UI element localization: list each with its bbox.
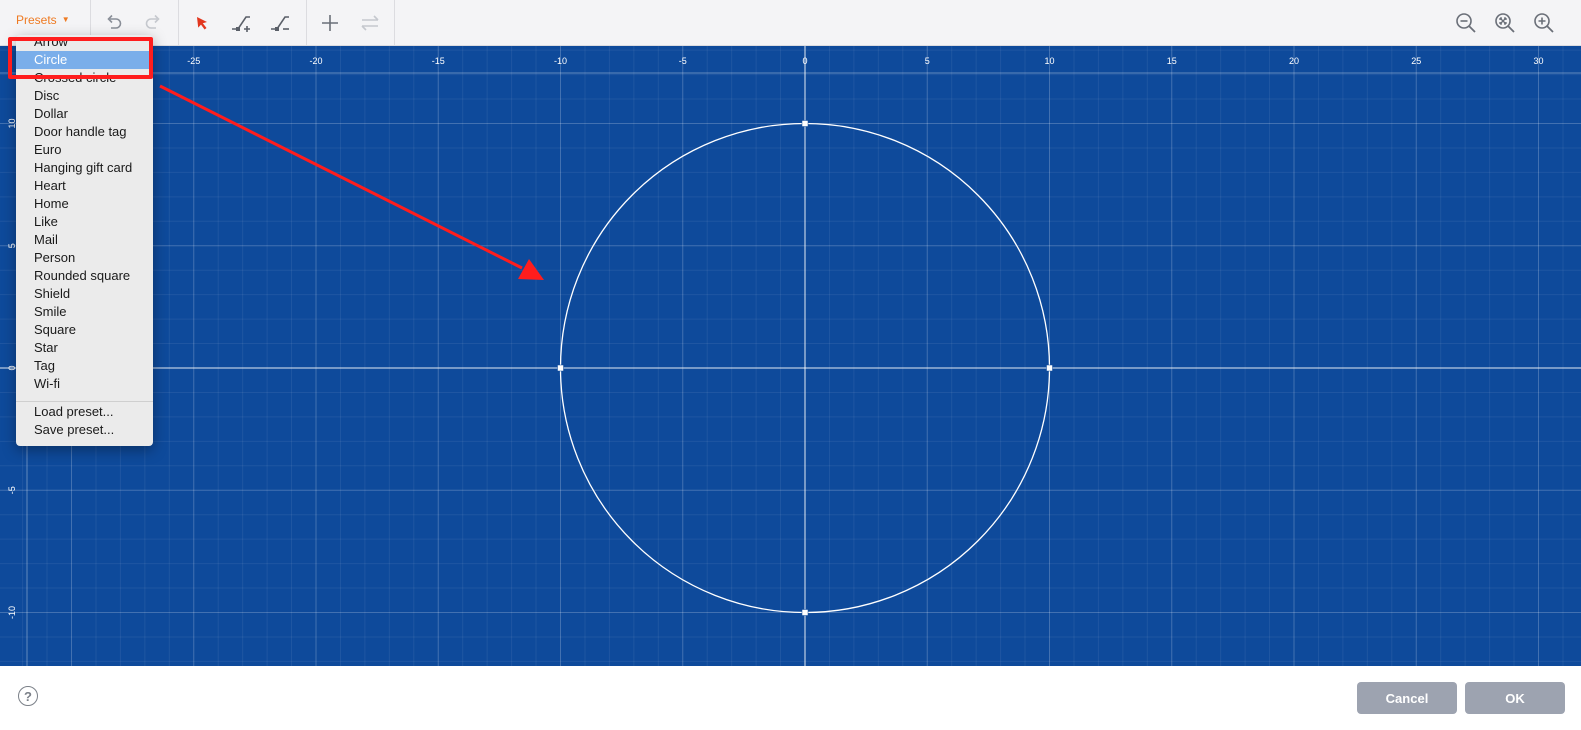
swap-icon[interactable] [355, 8, 385, 38]
x-tick-label: -15 [432, 56, 445, 66]
menu-item-like[interactable]: Like [16, 213, 153, 231]
menu-item-wi-fi[interactable]: Wi-fi [16, 375, 153, 393]
menu-item-disc[interactable]: Disc [16, 87, 153, 105]
zoom-out-icon[interactable] [1451, 8, 1481, 38]
control-point-handle[interactable] [1046, 364, 1053, 372]
menu-item-heart[interactable]: Heart [16, 177, 153, 195]
select-arrow-icon[interactable] [187, 8, 217, 38]
y-tick-label: -10 [7, 606, 17, 619]
presets-button[interactable]: Presets ▼ [16, 13, 70, 33]
x-tick-label: -10 [554, 56, 567, 66]
menu-action-load-preset[interactable]: Load preset... [16, 403, 153, 421]
zoom-fit-icon[interactable] [1490, 8, 1520, 38]
menu-item-circle[interactable]: Circle [16, 51, 153, 69]
menu-item-hanging-gift-card[interactable]: Hanging gift card [16, 159, 153, 177]
toolbar-divider [178, 0, 179, 46]
x-tick-label: 15 [1167, 56, 1177, 66]
toolbar-divider [394, 0, 395, 46]
menu-action-save-preset[interactable]: Save preset... [16, 421, 153, 439]
menu-item-door-handle-tag[interactable]: Door handle tag [16, 123, 153, 141]
control-point-handle[interactable] [801, 609, 809, 616]
shape-editor-canvas[interactable]: -25 -20 -15 -10 -5 0 5 10 15 20 25 30 10 5 0 -5 -10 [0, 46, 1581, 666]
menu-item-euro[interactable]: Euro [16, 141, 153, 159]
presets-label: Presets [16, 13, 57, 27]
canvas-grid: -25 -20 -15 -10 -5 0 5 10 15 20 25 30 10 5 0 -5 -10 [0, 46, 1581, 666]
control-point-handle[interactable] [801, 120, 809, 127]
ok-button[interactable]: OK [1465, 682, 1565, 714]
menu-item-mail[interactable]: Mail [16, 231, 153, 249]
x-tick-label: 5 [925, 56, 930, 66]
x-tick-label: 10 [1044, 56, 1054, 66]
x-tick-label: 30 [1533, 56, 1543, 66]
menu-item-tag[interactable]: Tag [16, 357, 153, 375]
x-tick-label: 0 [802, 56, 807, 66]
toolbar: Presets ▼ [0, 0, 1581, 46]
menu-item-star[interactable]: Star [16, 339, 153, 357]
y-tick-label: -5 [7, 486, 17, 494]
menu-item-smile[interactable]: Smile [16, 303, 153, 321]
zoom-in-icon[interactable] [1529, 8, 1559, 38]
menu-item-person[interactable]: Person [16, 249, 153, 267]
x-tick-label: -25 [187, 56, 200, 66]
x-axis-ruler: -25 -20 -15 -10 -5 0 5 10 15 20 25 30 [187, 56, 1543, 66]
menu-item-arrow[interactable]: Arrow [16, 33, 153, 51]
menu-separator [16, 401, 153, 402]
menu-item-shield[interactable]: Shield [16, 285, 153, 303]
dialog-footer: ? Cancel OK [0, 666, 1581, 730]
chevron-down-icon: ▼ [61, 15, 70, 24]
menu-item-rounded-square[interactable]: Rounded square [16, 267, 153, 285]
x-tick-label: -20 [309, 56, 322, 66]
menu-item-dollar[interactable]: Dollar [16, 105, 153, 123]
control-point-handle[interactable] [557, 364, 564, 372]
cancel-button[interactable]: Cancel [1357, 682, 1457, 714]
menu-item-home[interactable]: Home [16, 195, 153, 213]
plus-icon[interactable] [315, 8, 345, 38]
x-tick-label: 25 [1411, 56, 1421, 66]
menu-item-square[interactable]: Square [16, 321, 153, 339]
x-tick-label: -5 [679, 56, 687, 66]
presets-menu: Arrow Circle Crossed circle Disc Dollar Door … [16, 33, 153, 446]
x-tick-label: 20 [1289, 56, 1299, 66]
menu-item-crossed-circle[interactable]: Crossed circle [16, 69, 153, 87]
toolbar-divider [306, 0, 307, 46]
remove-point-icon[interactable] [266, 8, 296, 38]
help-icon[interactable]: ? [18, 686, 38, 706]
add-point-icon[interactable] [227, 8, 257, 38]
